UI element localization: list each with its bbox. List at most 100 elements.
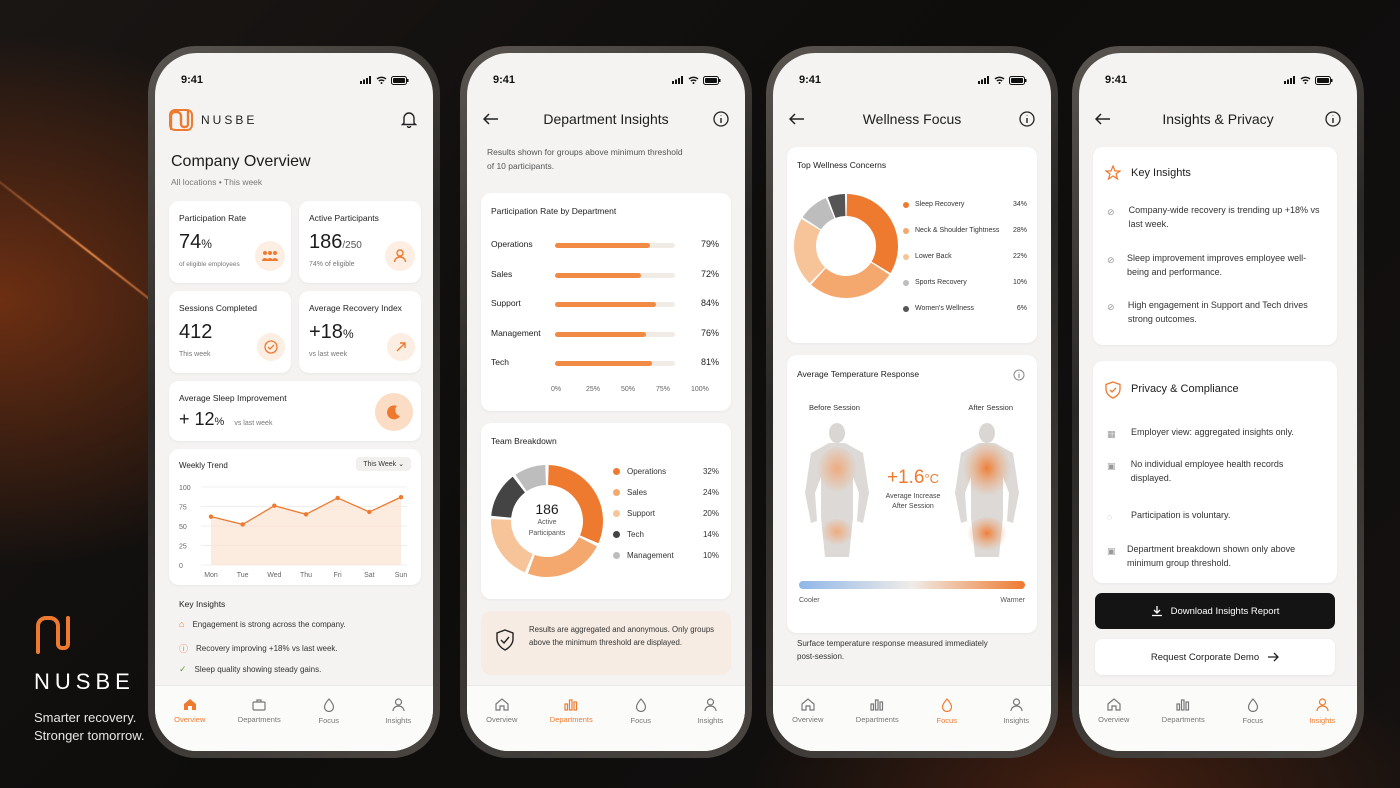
- tab-overview[interactable]: Overview: [158, 698, 222, 751]
- info-icon[interactable]: [1013, 368, 1025, 386]
- bars-title: Participation Rate by Department: [491, 206, 617, 216]
- battery-icon: [703, 75, 721, 85]
- stat-sub: 74% of eligible: [309, 261, 355, 268]
- status-bar: 9:41: [493, 73, 721, 87]
- person-outline-icon: [1010, 698, 1023, 712]
- legend-dot: [613, 531, 620, 538]
- drop-icon: [941, 698, 952, 712]
- bar-track: [555, 331, 675, 337]
- stat-card-sessions[interactable]: Sessions Completed 412 This week: [169, 291, 291, 373]
- status-icons: [672, 75, 721, 85]
- bar-fill: [555, 243, 650, 248]
- bell-icon[interactable]: [400, 111, 418, 133]
- building-icon: ▦: [1107, 429, 1116, 439]
- tab-overview[interactable]: Overview: [1082, 698, 1146, 751]
- tab-departments[interactable]: Departments: [1151, 698, 1215, 751]
- tab-departments[interactable]: Departments: [845, 698, 909, 751]
- demo-label: Request Corporate Demo: [1150, 651, 1260, 663]
- after-body-figure: [955, 423, 1019, 557]
- legend-label: Operations: [627, 467, 667, 476]
- trend-chart: 100 75 50 25 0 Mon Tue Wed Thu Fri Sat Sun: [179, 485, 408, 579]
- legend-label: Sales: [627, 488, 648, 497]
- tab-departments[interactable]: Departments: [227, 698, 291, 751]
- donut-center-label: Participants: [528, 530, 566, 537]
- tab-focus[interactable]: Focus: [915, 698, 979, 751]
- app-logo: NUSBE: [169, 109, 257, 131]
- page-title: Insights & Privacy: [1162, 111, 1274, 127]
- tab-label: Insights: [1003, 716, 1030, 725]
- team-legend-item: Management 10%: [613, 551, 719, 560]
- back-arrow-icon[interactable]: [789, 113, 805, 125]
- nusbe-logo-icon: [36, 616, 70, 654]
- trend-point: [303, 512, 309, 517]
- tagline-line-2: Stronger tomorrow.: [34, 728, 145, 743]
- back-arrow-icon[interactable]: [483, 113, 499, 125]
- people-icon: [255, 241, 285, 271]
- sleep-card[interactable]: Average Sleep Improvement + 12% vs last w…: [169, 381, 421, 441]
- department-name: Sales: [491, 268, 513, 279]
- department-bar-row: Sales 72%: [491, 267, 719, 281]
- tab-label: Focus: [630, 716, 651, 725]
- concern-legend-item: Neck & Shoulder Tightness 28%: [903, 227, 1027, 234]
- request-demo-button[interactable]: Request Corporate Demo: [1095, 639, 1335, 675]
- info-icon[interactable]: [713, 111, 729, 127]
- bar-fill: [555, 361, 653, 366]
- drop-icon: [323, 698, 334, 712]
- sleep-value: + 12% vs last week: [179, 409, 272, 430]
- tab-focus[interactable]: Focus: [297, 698, 361, 751]
- wifi-icon: [688, 76, 699, 84]
- tab-insights[interactable]: Insights: [366, 698, 430, 751]
- stat-value: 74%: [179, 231, 212, 254]
- cooler-label: Cooler: [799, 597, 820, 604]
- tab-departments[interactable]: Departments: [539, 698, 603, 751]
- tab-label: Departments: [237, 715, 281, 724]
- status-time: 9:41: [181, 74, 204, 86]
- tab-insights[interactable]: Insights: [984, 698, 1048, 751]
- drop-icon: [635, 698, 646, 712]
- stat-label: Active Participants: [309, 213, 379, 223]
- temperature-gradient-bar: [799, 581, 1025, 589]
- concern-legend-item: Women's Wellness 6%: [903, 305, 1027, 312]
- legend-value: 24%: [702, 488, 719, 497]
- page-title: Wellness Focus: [862, 111, 962, 127]
- back-arrow-icon[interactable]: [1095, 113, 1111, 125]
- bar-chart-icon: [1176, 699, 1190, 711]
- download-report-button[interactable]: Download Insights Report: [1095, 593, 1335, 629]
- person-outline-icon: [1316, 698, 1329, 712]
- tab-focus[interactable]: Focus: [1221, 698, 1285, 751]
- compliance-row: ◌ Participation is voluntary.: [1107, 508, 1323, 524]
- privacy-screen: 9:41 Insights & Privacy Key Insights ⊘ Co…: [1079, 53, 1357, 751]
- brand-name: NUSBE: [34, 669, 135, 694]
- stat-card-active[interactable]: Active Participants 186/250 74% of eligi…: [299, 201, 421, 283]
- insight-text: Recovery improving +18% vs last week.: [196, 644, 338, 653]
- info-icon[interactable]: [1325, 111, 1341, 127]
- y-tick-label: 100: [179, 485, 191, 492]
- tab-overview[interactable]: Overview: [470, 698, 534, 751]
- stat-card-participation[interactable]: Participation Rate 74% of eligible emplo…: [169, 201, 291, 283]
- tab-overview[interactable]: Overview: [776, 698, 840, 751]
- alert-icon: ⓘ: [179, 644, 189, 654]
- y-tick-label: 0: [179, 563, 183, 570]
- lock-icon: ▣: [1107, 461, 1116, 471]
- stat-sub: vs last week: [309, 351, 348, 358]
- bar-track: [555, 302, 675, 307]
- compliance-row: ▣ Department breakdown shown only above m…: [1107, 542, 1323, 570]
- tab-insights[interactable]: Insights: [1290, 698, 1354, 751]
- delta-label: Average Increase: [885, 493, 941, 500]
- signal-icon: [672, 76, 683, 84]
- tab-insights[interactable]: Insights: [678, 698, 742, 751]
- stat-card-recovery[interactable]: Average Recovery Index +18% vs last week: [299, 291, 421, 373]
- info-icon[interactable]: [1019, 111, 1035, 127]
- shield-icon: ◌: [1107, 512, 1113, 522]
- bar-fill: [555, 331, 647, 337]
- overview-screen: 9:41 NUSBE Company Overview All location…: [155, 53, 433, 751]
- stat-unit: %: [201, 237, 212, 251]
- legend-label: Lower Back: [915, 253, 952, 260]
- app-logo-text: NUSBE: [201, 113, 258, 127]
- donut-center-label: Active: [537, 519, 557, 526]
- trend-point: [272, 503, 277, 508]
- donut-center: 186 Active Participants: [507, 501, 587, 539]
- x-tick-label: Sun: [395, 572, 408, 579]
- stat-number: 412: [179, 321, 213, 343]
- tab-focus[interactable]: Focus: [609, 698, 673, 751]
